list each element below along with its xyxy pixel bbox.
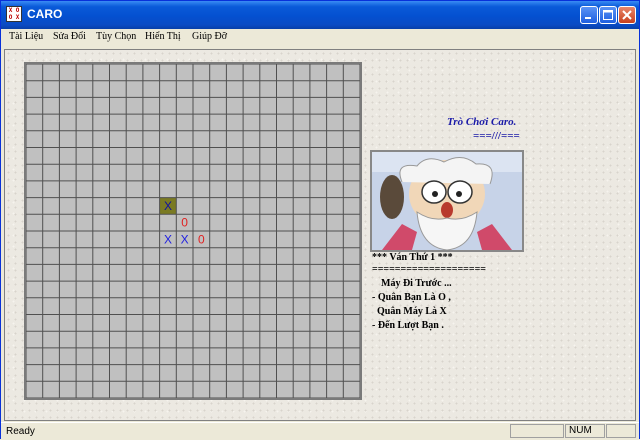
minimize-icon bbox=[585, 17, 591, 19]
board-grid[interactable]: X0X X 0 bbox=[26, 64, 360, 398]
piece-x: X bbox=[164, 232, 172, 246]
menu-help[interactable]: Giúp Đỡ bbox=[192, 31, 227, 42]
piece-o: 0 bbox=[198, 232, 205, 246]
menu-bar: Tài Liệu Sửa Đổi Tùy Chọn Hiển Thị Giúp … bbox=[1, 29, 639, 47]
menu-view[interactable]: Hiển Thị bbox=[145, 31, 181, 42]
old-man-portrait bbox=[370, 150, 524, 252]
piece-o: 0 bbox=[181, 216, 188, 230]
num-lock-indicator: NUM bbox=[565, 424, 605, 438]
close-icon bbox=[622, 10, 632, 20]
status-pane-scroll bbox=[606, 424, 636, 438]
game-title: Trò Chơi Caro. bbox=[447, 116, 517, 128]
game-subtitle: ===///=== bbox=[473, 130, 520, 142]
turn-text: - Đến Lượt Bạn . bbox=[372, 320, 444, 331]
caro-app-icon[interactable]: XOOX bbox=[6, 6, 22, 22]
window-title: CARO bbox=[27, 7, 63, 21]
game-number: *** Ván Thứ 1 *** bbox=[372, 252, 453, 263]
status-pane-empty bbox=[510, 424, 564, 438]
portrait-image bbox=[372, 152, 522, 250]
piece-x: X bbox=[164, 199, 172, 213]
maximize-button[interactable] bbox=[599, 6, 617, 24]
player-piece-text: - Quân Bạn Là O , bbox=[372, 292, 451, 303]
client-area: X0XX0 Trò Chơi Caro. ===///=== *** Ván T… bbox=[4, 49, 636, 421]
info-separator: ==================== bbox=[372, 264, 486, 275]
minimize-button[interactable] bbox=[580, 6, 598, 24]
app-window: XOOX CARO Tài Liệu Sửa Đổi Tùy Chọn Hiển… bbox=[0, 0, 640, 440]
menu-options[interactable]: Tùy Chọn bbox=[96, 31, 136, 42]
menu-file[interactable]: Tài Liệu bbox=[9, 31, 43, 42]
piece-x: X bbox=[181, 232, 189, 246]
maximize-icon bbox=[603, 10, 613, 20]
computer-piece-text: Quân Máy Là X bbox=[377, 306, 447, 317]
menu-edit[interactable]: Sửa Đổi bbox=[53, 31, 86, 42]
first-move-text: Máy Đi Trước ... bbox=[381, 278, 452, 289]
close-button[interactable] bbox=[618, 6, 636, 24]
title-bar[interactable]: XOOX CARO bbox=[1, 1, 639, 29]
status-bar: Ready NUM bbox=[1, 422, 639, 440]
status-text: Ready bbox=[6, 426, 35, 437]
game-board[interactable]: X0XX0 bbox=[24, 62, 362, 400]
